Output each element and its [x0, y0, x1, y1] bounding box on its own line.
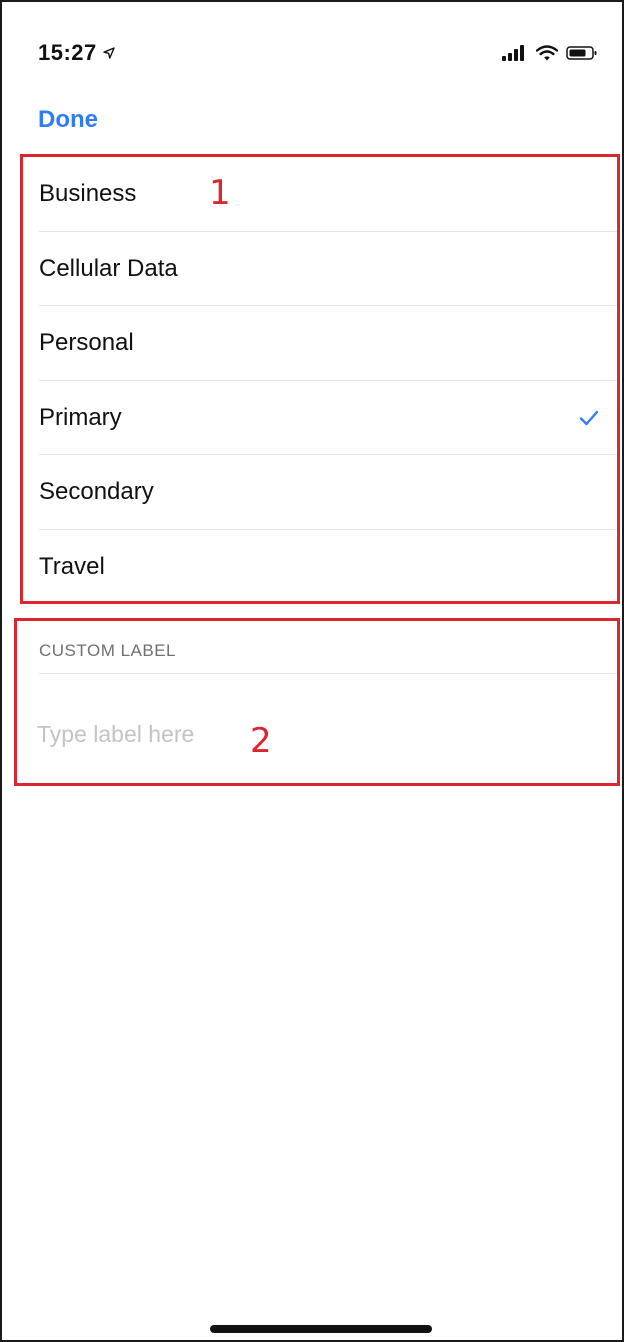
location-arrow-icon — [103, 47, 115, 59]
option-personal[interactable]: Personal — [23, 306, 617, 381]
annotation-number-2: 2 — [250, 721, 272, 761]
custom-label-section: CUSTOM LABEL 2 — [14, 618, 620, 786]
status-time: 15:27 — [38, 40, 97, 65]
divider — [39, 673, 617, 674]
custom-label-header: CUSTOM LABEL — [39, 641, 177, 660]
status-bar: 15:27 — [38, 38, 598, 68]
option-label: Primary — [39, 403, 122, 431]
option-business[interactable]: Business — [23, 157, 617, 232]
option-label: Travel — [39, 552, 105, 580]
home-indicator[interactable] — [210, 1325, 432, 1333]
checkmark-icon — [579, 410, 599, 426]
done-button[interactable]: Done — [38, 106, 98, 134]
custom-label-input[interactable] — [37, 721, 277, 748]
battery-icon — [566, 45, 598, 61]
option-label: Secondary — [39, 478, 154, 506]
annotation-number-1: 1 — [209, 173, 231, 213]
phone-screen: 15:27 Done Business Cellular Data Person… — [0, 0, 624, 1342]
option-label: Personal — [39, 329, 134, 357]
option-label: Cellular Data — [39, 254, 178, 282]
wifi-icon — [536, 45, 558, 61]
option-cellular-data[interactable]: Cellular Data — [23, 232, 617, 307]
option-secondary[interactable]: Secondary — [23, 455, 617, 530]
status-right — [502, 45, 598, 61]
option-label: Business — [39, 180, 137, 208]
cellular-signal-icon — [502, 45, 528, 61]
label-options-list: Business Cellular Data Personal Primary … — [20, 154, 620, 604]
status-left: 15:27 — [38, 40, 115, 66]
option-primary[interactable]: Primary — [23, 381, 617, 456]
option-travel[interactable]: Travel — [23, 530, 617, 605]
